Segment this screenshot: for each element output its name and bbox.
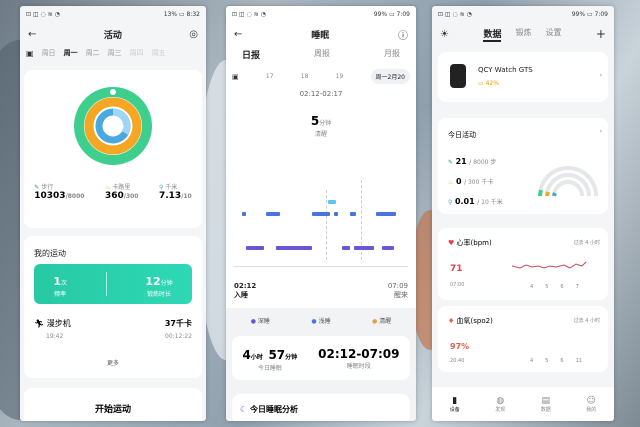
tab-wed[interactable]: 周三 <box>108 48 122 58</box>
workout-item[interactable]: 🏃︎ 漫步机 37千卡 19:42 00:12:22 <box>34 318 192 340</box>
date-19[interactable]: 19 <box>336 73 344 80</box>
spo2-period: 过去 4 小时 <box>573 318 600 324</box>
sleep-start: 02:12 入睡 <box>234 282 257 299</box>
nav-me[interactable]: ☺ 我的 <box>586 396 596 413</box>
sleep-screen: ⊡ ◫ ◌ ≋ ◔ 99% ▭ 7:09 ← 睡眠 ⓘ 日报 周报 月报 ▣ 17 1… <box>226 6 416 421</box>
sleep-end: 07:09 醒来 <box>387 282 408 299</box>
heart-rate-sparkline <box>512 261 587 269</box>
device-battery: ▭ 42% <box>478 80 499 87</box>
my-sport-card: 我的运动 1次 频率 12分钟 锻炼时长 🏃︎ 漫步机 37千卡 19:42 00:12… <box>24 236 202 378</box>
tab-tue[interactable]: 周二 <box>86 48 100 58</box>
nav-discover[interactable]: ◍ 发现 <box>495 396 505 413</box>
rings-card: ✎ 步行 10303/8000 ♨ 卡路里 360/300 ⚲ 千米 7.13/10 <box>24 70 202 228</box>
stage-label: 清醒 <box>314 131 327 138</box>
calendar-icon[interactable]: ▣ <box>232 73 239 81</box>
drop-icon: ♦ <box>448 317 455 325</box>
calendar-icon[interactable]: ▣ <box>26 49 34 58</box>
page-title: 睡眠 <box>311 30 330 41</box>
tab-exercise[interactable]: 锻炼 <box>515 27 531 42</box>
tab-mon[interactable]: 周一 <box>64 48 78 58</box>
tab-day[interactable]: 日报 <box>242 48 260 61</box>
date-17[interactable]: 17 <box>266 73 274 80</box>
heart-rate-card[interactable]: ♥ 心率(bpm) 过去 4 小时 71 07:00 4567 <box>438 228 608 300</box>
status-right: 13% ▭ 8:32 <box>163 10 200 18</box>
moon-icon: ☾ <box>240 405 248 414</box>
chevron-right-icon: › <box>599 72 602 79</box>
today-rows: ✎ 21 / 8000 步 ♨ 0 / 300 千卡 ⚲ 0.01 / 10 千… <box>448 157 503 206</box>
activity-rings <box>74 87 152 165</box>
spo2-title: ♦ 血氧(spo2) <box>448 317 493 325</box>
day-tabs: ▣ 周日 周一 周二 周三 周四 周五 <box>20 46 206 60</box>
back-icon[interactable]: ← <box>28 29 36 40</box>
tab-thu[interactable]: 周四 <box>130 48 144 58</box>
today-title: 今日活动 <box>448 131 476 139</box>
sleep-chart <box>226 176 416 286</box>
activity-screen: ⊡ ◫ ◌ ≋ ◔ 13% ▭ 8:32 ← 活动 ◎ ▣ 周日 周一 周二 周三 周… <box>20 6 206 421</box>
sleep-summary-card: 4小时 57分钟 今日睡眠 02:12-07:09 睡眠时段 <box>232 336 410 380</box>
device-card[interactable]: QCY Watch GTS ▭ 42% › <box>438 52 608 102</box>
summary-area: ● 深睡 ● 浅睡 ● 清醒 4小时 57分钟 今日睡眠 02:12-07:09 睡… <box>226 308 416 421</box>
start-workout-button[interactable]: 开始运动 <box>24 388 202 421</box>
sleep-legend: ● 深睡 ● 浅睡 ● 清醒 <box>250 318 392 325</box>
heart-rate-title: ♥ 心率(bpm) <box>448 239 492 247</box>
nav-device[interactable]: ▮ 设备 <box>450 396 460 413</box>
tab-data[interactable]: 数据 <box>483 27 502 42</box>
tab-fri[interactable]: 周五 <box>152 48 166 58</box>
watch-icon <box>450 64 466 88</box>
date-selected[interactable]: 周一2月20 <box>370 69 410 84</box>
tab-settings[interactable]: 设置 <box>545 27 561 42</box>
page-title: 活动 <box>103 30 122 41</box>
sun-icon[interactable]: ☀ <box>440 29 449 40</box>
heart-rate-period: 过去 4 小时 <box>573 240 600 246</box>
data-screen: ⊡ ◫ ◌ ≋ ◔ 99% ▭ 7:09 ☀ 数据 锻炼 设置 + QCY Watch… <box>432 6 614 421</box>
tab-month[interactable]: 月报 <box>384 48 400 61</box>
walker-icon: 🏃︎ <box>34 319 45 328</box>
status-bar: ⊡ ◫ ◌ ≋ ◔ 99% ▭ 7:09 <box>232 10 410 18</box>
bottom-nav: ▮ 设备 ◍ 发现 ▤ 数据 ☺ 我的 <box>432 387 614 421</box>
heart-icon: ♥ <box>448 239 455 247</box>
heart-rate-start: 07:00 <box>450 282 465 288</box>
stat-distance: ⚲ 千米 7.13/10 <box>158 184 192 201</box>
sleep-analysis-link[interactable]: ☾ 今日睡眠分析 <box>232 394 410 421</box>
add-icon[interactable]: + <box>596 27 606 41</box>
heart-rate-value: 71 <box>450 264 463 274</box>
activity-arcs <box>538 166 598 197</box>
device-name: QCY Watch GTS <box>478 66 533 74</box>
date-18[interactable]: 18 <box>301 73 309 80</box>
more-link[interactable]: 更多 <box>24 358 202 367</box>
spo2-start: 20:40 <box>450 358 465 364</box>
stats-row: ✎ 步行 10303/8000 ♨ 卡路里 360/300 ⚲ 千米 7.13/10 <box>24 182 202 201</box>
my-sport-title: 我的运动 <box>34 249 66 258</box>
chevron-right-icon: › <box>599 128 602 135</box>
time-range: 02:12-02:17 <box>299 90 343 98</box>
status-bar: ⊡ ◫ ◌ ≋ ◔ 13% ▭ 8:32 <box>20 6 206 22</box>
today-activity-card[interactable]: 今日活动 › ✎ 21 / 8000 步 ♨ 0 / 300 千卡 ⚲ 0.01… <box>438 118 608 214</box>
date-strip: ▣ 17 18 19 周一2月20 <box>226 63 416 90</box>
spo2-card[interactable]: ♦ 血氧(spo2) 过去 4 小时 97% 20:40 4 5 6 11 <box>438 306 608 372</box>
tab-sun[interactable]: 周日 <box>42 48 56 58</box>
sport-summary-banner[interactable]: 1次 频率 12分钟 锻炼时长 <box>34 264 192 304</box>
target-icon[interactable]: ◎ <box>189 29 198 40</box>
period-tabs: 日报 周报 月报 <box>226 46 416 63</box>
status-bar: ⊡ ◫ ◌ ≋ ◔ 99% ▭ 7:09 <box>438 10 608 18</box>
nav-data[interactable]: ▤ 数据 <box>541 396 551 413</box>
spo2-value: 97% <box>450 342 470 351</box>
heart-rate-ticks: 4567 <box>530 284 579 290</box>
status-icons: ⊡ ◫ ◌ ≋ ◔ <box>26 10 60 18</box>
stat-calories: ♨ 卡路里 360/300 <box>104 184 139 201</box>
spo2-ticks: 4 5 6 11 <box>530 358 582 364</box>
back-icon[interactable]: ← <box>234 29 242 40</box>
tab-week[interactable]: 周报 <box>314 48 330 61</box>
awake-minutes: 5 <box>310 114 320 128</box>
stat-steps: ✎ 步行 10303/8000 <box>34 184 85 201</box>
help-icon[interactable]: ⓘ <box>398 27 408 42</box>
